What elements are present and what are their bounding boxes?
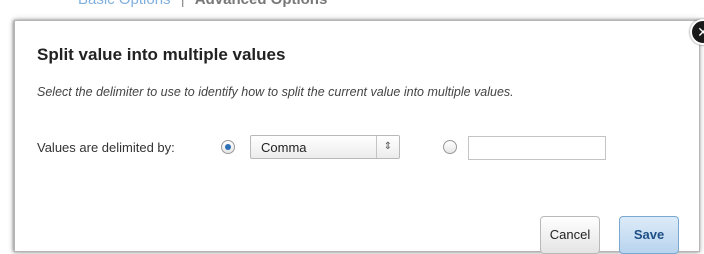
dialog-description: Select the delimiter to use to identify … — [37, 85, 514, 99]
background-tabs: Basic Options | Advanced Options — [78, 0, 327, 8]
preset-delimiter-radio[interactable] — [221, 140, 235, 154]
save-button[interactable]: Save — [619, 216, 679, 254]
tab-advanced-options[interactable]: Advanced Options — [195, 0, 328, 8]
split-value-dialog: Split value into multiple values Select … — [14, 20, 700, 254]
cancel-button[interactable]: Cancel — [540, 216, 600, 254]
tab-basic-options[interactable]: Basic Options — [78, 0, 171, 8]
custom-delimiter-radio[interactable] — [443, 140, 457, 154]
delimiter-select-value: Comma — [261, 140, 307, 155]
delimiter-label: Values are delimited by: — [37, 140, 175, 155]
tab-separator: | — [181, 0, 185, 8]
delimiter-select[interactable]: Comma ⇕ — [250, 135, 400, 159]
chevron-updown-icon: ⇕ — [376, 136, 399, 158]
dialog-title: Split value into multiple values — [37, 45, 286, 64]
custom-delimiter-input[interactable] — [468, 136, 606, 160]
